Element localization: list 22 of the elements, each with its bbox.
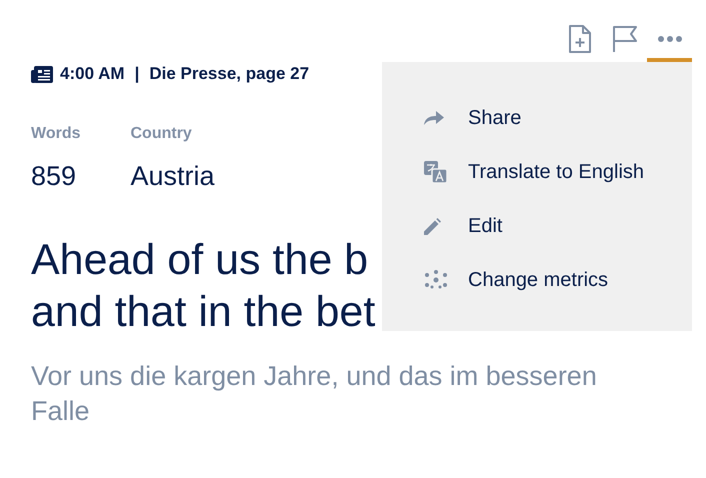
stat-label: Country xyxy=(130,125,193,143)
stat-value: Austria xyxy=(130,161,215,192)
newspaper-icon xyxy=(31,66,53,82)
subtitle: Vor uns die kargen Jahre, und das im besseren Falle xyxy=(31,360,598,428)
headline-line: Ahead of us the b xyxy=(31,235,368,286)
menu-item[interactable]: Edit xyxy=(382,199,692,253)
flag-icon xyxy=(612,25,638,53)
source-name: Die Presse, page 27 xyxy=(149,64,310,84)
menu-item[interactable]: Share xyxy=(382,91,692,145)
share-icon xyxy=(424,111,444,125)
stat-value: 859 xyxy=(31,161,78,192)
menu-item[interactable]: Change metrics xyxy=(382,253,692,307)
stat-label: Words xyxy=(31,125,80,143)
pencil-icon xyxy=(424,218,441,234)
menu-item[interactable]: Translate to English xyxy=(382,145,692,199)
more-icon xyxy=(656,35,682,43)
publish-time: 4:00 AM xyxy=(60,64,125,84)
translate-icon xyxy=(424,161,447,183)
add-document-icon xyxy=(568,24,592,54)
separator: | xyxy=(134,64,140,84)
headline-line: and that in the bet xyxy=(31,287,376,338)
dots-cluster-icon xyxy=(424,270,448,290)
